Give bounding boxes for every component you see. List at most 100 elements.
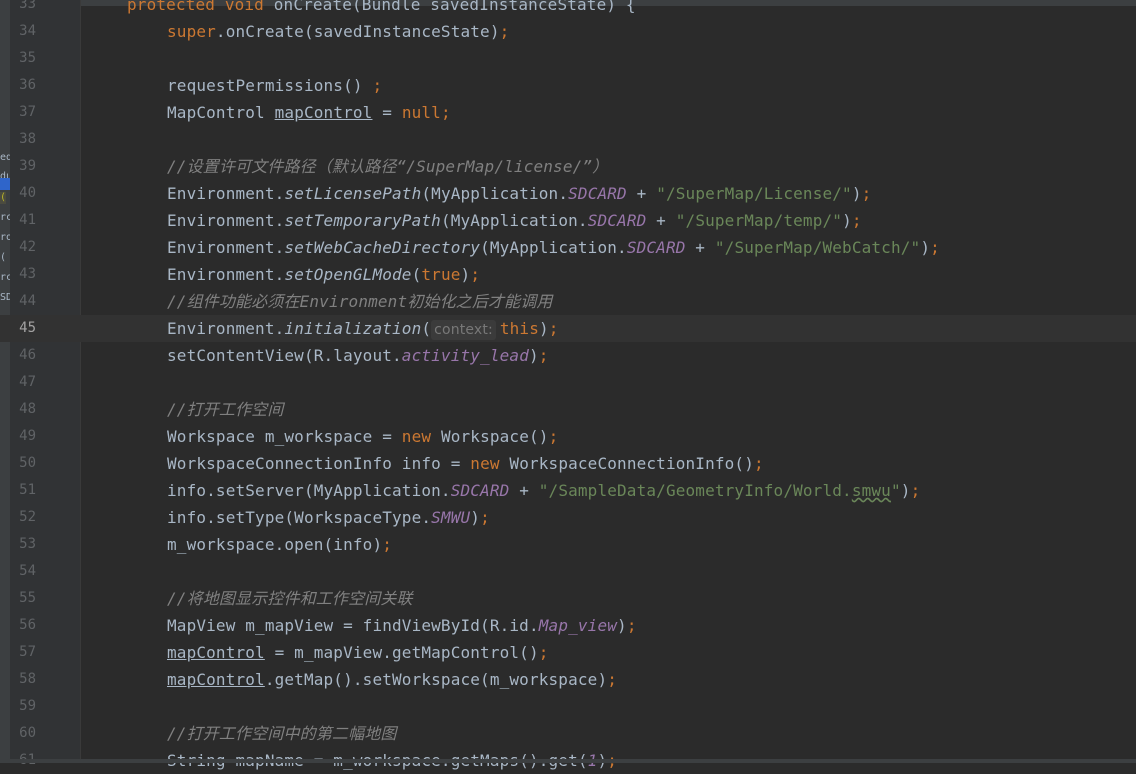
line-number[interactable]: 36 [14,72,36,99]
code-line[interactable]: 60 //打开工作空间中的第二幅地图 [0,720,1136,747]
line-number[interactable]: 48 [14,396,36,423]
line-number[interactable]: 47 [14,369,36,396]
code-line[interactable]: 58 mapControl.getMap().setWorkspace(m_wor… [0,666,1136,693]
code-line[interactable]: 48 //打开工作空间 [0,396,1136,423]
line-number[interactable]: 41 [14,207,36,234]
code-token: ; [470,265,481,284]
code-text[interactable]: protected void onCreate(Bundle savedInst… [127,0,636,18]
code-token: new [470,454,510,473]
line-number[interactable]: 51 [14,477,36,504]
code-text[interactable]: Environment.setOpenGLMode(true); [167,261,480,288]
code-line[interactable]: 39 //设置许可文件路径（默认路径“/SuperMap/license/”） [0,153,1136,180]
code-line[interactable]: 47 [0,369,1136,396]
code-text[interactable]: //设置许可文件路径（默认路径“/SuperMap/license/”） [167,153,608,180]
line-number[interactable]: 53 [14,531,36,558]
code-token: ) [900,481,911,500]
code-text[interactable]: setContentView(R.layout.activity_lead); [167,342,549,369]
line-number[interactable]: 59 [14,693,36,720]
line-number[interactable]: 33 [14,0,36,18]
code-line[interactable]: 40 Environment.setLicensePath(MyApplicati… [0,180,1136,207]
code-text[interactable]: requestPermissions() ; [167,72,382,99]
code-text[interactable]: Environment.setLicensePath(MyApplication… [167,180,871,207]
code-text[interactable]: mapControl = m_mapView.getMapControl(); [167,639,549,666]
line-number[interactable]: 49 [14,423,36,450]
code-token: ; [480,508,490,527]
line-number[interactable]: 55 [14,585,36,612]
line-number[interactable]: 35 [14,45,36,72]
code-text[interactable]: MapView m_mapView = findViewById(R.id.Ma… [167,612,637,639]
code-text[interactable]: mapControl.getMap().setWorkspace(m_works… [167,666,617,693]
code-token: ) [470,508,481,527]
code-token: new [401,427,441,446]
code-token: .getMap().setWorkspace(m_workspace) [264,670,608,689]
code-line[interactable]: 33 protected void onCreate(Bundle savedIn… [0,0,1136,18]
code-line[interactable]: 38 [0,126,1136,153]
code-line[interactable]: 59 [0,693,1136,720]
code-token: ) [528,346,539,365]
code-token: Environment. [167,238,285,257]
line-number[interactable]: 38 [14,126,36,153]
line-number[interactable]: 40 [14,180,36,207]
code-text[interactable]: info.setType(WorkspaceType.SMWU); [167,504,490,531]
code-text[interactable]: //打开工作空间 [167,396,283,423]
code-line[interactable]: 45 Environment.initialization(context: thi… [0,315,1136,342]
code-line[interactable]: 36 requestPermissions() ; [0,72,1136,99]
code-line[interactable]: 51 info.setServer(MyApplication.SDCARD + … [0,477,1136,504]
code-token: setOpenGLMode [284,265,412,284]
code-token: Environment. [167,211,285,230]
code-text[interactable]: info.setServer(MyApplication.SDCARD + "/… [167,477,920,504]
code-line[interactable]: 49 Workspace m_workspace = new Workspace(… [0,423,1136,450]
code-text[interactable]: Environment.setTemporaryPath(MyApplicati… [167,207,862,234]
code-line[interactable]: 52 info.setType(WorkspaceType.SMWU); [0,504,1136,531]
code-text[interactable]: //打开工作空间中的第二幅地图 [167,720,397,747]
line-number[interactable]: 45 [14,315,36,342]
code-line[interactable]: 56 MapView m_mapView = findViewById(R.id.… [0,612,1136,639]
code-token: ; [930,238,940,257]
code-text[interactable]: WorkspaceConnectionInfo info = new Works… [167,450,764,477]
code-line[interactable]: 50 WorkspaceConnectionInfo info = new Wor… [0,450,1136,477]
code-text[interactable]: Environment.initialization(context: this)… [167,315,559,342]
line-number[interactable]: 34 [14,18,36,45]
code-token: mapControl [167,643,265,662]
code-text[interactable]: MapControl mapControl = null; [167,99,451,126]
code-line[interactable]: 35 [0,45,1136,72]
line-number[interactable]: 37 [14,99,36,126]
code-line[interactable]: 54 [0,558,1136,585]
code-line[interactable]: 34 super.onCreate(savedInstanceState); [0,18,1136,45]
code-text[interactable]: Workspace m_workspace = new Workspace(); [167,423,558,450]
line-number[interactable]: 54 [14,558,36,585]
code-line[interactable]: 42 Environment.setWebCacheDirectory(MyApp… [0,234,1136,261]
code-token: ) [460,265,471,284]
code-line[interactable]: 55 //将地图显示控件和工作空间关联 [0,585,1136,612]
line-number[interactable]: 42 [14,234,36,261]
code-token: Map_view [538,616,618,635]
code-text[interactable]: m_workspace.open(info); [167,531,392,558]
code-text[interactable]: //组件功能必须在Environment初始化之后才能调用 [167,288,553,315]
code-token: (MyApplication. [440,211,588,230]
line-number[interactable]: 52 [14,504,36,531]
code-token: ; [754,454,764,473]
code-line[interactable]: 44 //组件功能必须在Environment初始化之后才能调用 [0,288,1136,315]
line-number[interactable]: 46 [14,342,36,369]
line-number[interactable]: 50 [14,450,36,477]
code-line[interactable]: 46 setContentView(R.layout.activity_lead)… [0,342,1136,369]
code-text[interactable]: Environment.setWebCacheDirectory(MyAppli… [167,234,940,261]
parameter-hint: context: [431,320,496,340]
code-line[interactable]: 37 MapControl mapControl = null; [0,99,1136,126]
code-line[interactable]: 43 Environment.setOpenGLMode(true); [0,261,1136,288]
line-number[interactable]: 43 [14,261,36,288]
line-number[interactable]: 39 [14,153,36,180]
line-number[interactable]: 57 [14,639,36,666]
code-text[interactable]: //将地图显示控件和工作空间关联 [167,585,413,612]
code-line[interactable]: 53 m_workspace.open(info); [0,531,1136,558]
code-token: ) [851,184,862,203]
code-text[interactable]: super.onCreate(savedInstanceState); [167,18,509,45]
line-number[interactable]: 56 [14,612,36,639]
code-line[interactable]: 41 Environment.setTemporaryPath(MyApplica… [0,207,1136,234]
code-token: MapControl [167,103,275,122]
line-number[interactable]: 44 [14,288,36,315]
code-token: //设置许可文件路径（默认路径“/SuperMap/license/”） [167,157,609,176]
line-number[interactable]: 60 [14,720,36,747]
line-number[interactable]: 58 [14,666,36,693]
code-line[interactable]: 57 mapControl = m_mapView.getMapControl()… [0,639,1136,666]
